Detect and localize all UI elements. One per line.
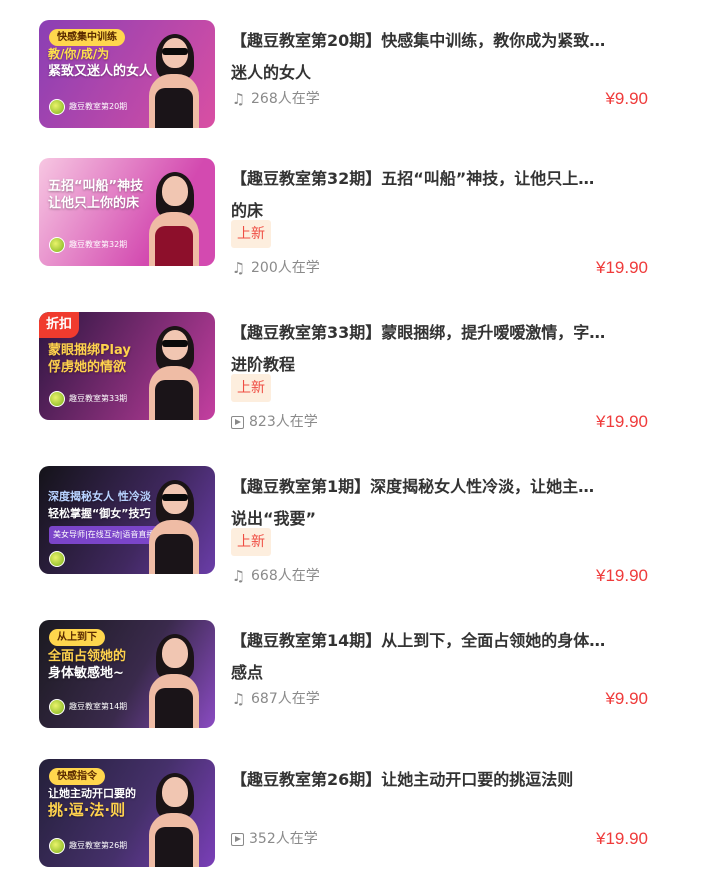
thumbnail-headline: 蒙眼捆绑Play 俘虏她的情欲 (48, 343, 131, 375)
course-thumbnail[interactable]: 蒙眼捆绑Play 俘虏她的情欲 趣豆教室第33期 折扣 (39, 312, 215, 420)
course-meta: ♫ 687人在学 (231, 689, 320, 709)
model-figure (145, 170, 203, 266)
new-badge: 上新 (231, 220, 271, 248)
course-thumbnail[interactable]: 快感集中训练 教/你/成/为 紧致又迷人的女人 趣豆教室第20期 (39, 20, 215, 128)
brand-logo-icon (49, 391, 65, 407)
learner-count: 352人在学 (249, 831, 318, 847)
thumbnail-headline: 五招“叫船”神技 让他只上你的床 (48, 179, 144, 211)
course-item[interactable]: 快感集中训练 教/你/成/为 紧致又迷人的女人 趣豆教室第20期 【趣豆教室第2… (0, 20, 715, 150)
course-thumbnail[interactable]: 快感指令 让她主动开口要的 挑·逗·法·则 趣豆教室第26期 (39, 759, 215, 867)
course-price: ¥19.90 (596, 566, 648, 585)
course-item[interactable]: 从上到下 全面占领她的 身体敏感地~ 趣豆教室第14期 【趣豆教室第14期】从上… (0, 620, 715, 750)
music-note-icon: ♫ (231, 689, 246, 708)
learner-count: 823人在学 (249, 414, 318, 430)
course-title[interactable]: 【趣豆教室第32期】五招“叫船”神技，让他只上… 的床 (231, 163, 655, 227)
course-thumbnail[interactable]: 深度揭秘女人 性冷淡 轻松掌握“御女”技巧 美女导师|在线互动|语音直播 (39, 466, 215, 574)
course-list: 快感集中训练 教/你/成/为 紧致又迷人的女人 趣豆教室第20期 【趣豆教室第2… (0, 0, 715, 882)
thumbnail-pill: 快感指令 (49, 768, 105, 785)
course-item[interactable]: 快感指令 让她主动开口要的 挑·逗·法·则 趣豆教室第26期 【趣豆教室第26期… (0, 759, 715, 889)
video-play-icon (231, 415, 244, 429)
thumbnail-brand: 趣豆教室第14期 (49, 698, 127, 716)
course-thumbnail[interactable]: 五招“叫船”神技 让他只上你的床 趣豆教室第32期 (39, 158, 215, 266)
discount-tag: 折扣 (39, 312, 80, 338)
course-meta: 352人在学 (231, 829, 318, 849)
thumbnail-brand: 趣豆教室第20期 (49, 98, 127, 116)
music-note-icon: ♫ (231, 566, 246, 585)
course-title[interactable]: 【趣豆教室第1期】深度揭秘女人性冷淡，让她主… 说出“我要” (231, 471, 655, 535)
model-figure (145, 324, 203, 420)
thumbnail-pill: 从上到下 (49, 629, 105, 646)
new-badge: 上新 (231, 374, 271, 402)
thumbnail-brand: 趣豆教室第33期 (49, 390, 127, 408)
course-price: ¥9.90 (605, 89, 648, 108)
thumbnail-headline: 教/你/成/为 紧致又迷人的女人 (48, 47, 153, 79)
course-title[interactable]: 【趣豆教室第20期】快感集中训练，教你成为紧致… 迷人的女人 (231, 25, 655, 89)
thumbnail-headline: 全面占领她的 身体敏感地~ (48, 649, 127, 681)
brand-logo-icon (49, 237, 65, 253)
model-figure (145, 478, 203, 574)
course-title[interactable]: 【趣豆教室第33期】蒙眼捆绑，提升嗳嗳激情，字… 进阶教程 (231, 317, 655, 381)
course-price: ¥19.90 (596, 412, 648, 431)
brand-logo-icon (49, 551, 65, 567)
course-meta: ♫ 268人在学 (231, 89, 320, 109)
music-note-icon: ♫ (231, 89, 246, 108)
thumbnail-brand-logo (49, 550, 65, 568)
model-figure (145, 32, 203, 128)
learner-count: 687人在学 (251, 691, 320, 707)
learner-count: 668人在学 (251, 568, 320, 584)
course-price: ¥9.90 (605, 689, 648, 708)
course-title[interactable]: 【趣豆教室第14期】从上到下，全面占领她的身体… 感点 (231, 625, 655, 689)
model-figure (145, 771, 203, 867)
thumbnail-brand: 趣豆教室第32期 (49, 236, 127, 254)
learner-count: 268人在学 (251, 91, 320, 107)
thumbnail-brand: 美女导师|在线互动|语音直播 (49, 526, 159, 544)
brand-logo-icon (49, 838, 65, 854)
course-meta: ♫ 200人在学 (231, 258, 320, 278)
new-badge: 上新 (231, 528, 271, 556)
thumbnail-pill: 快感集中训练 (49, 29, 125, 46)
course-item[interactable]: 深度揭秘女人 性冷淡 轻松掌握“御女”技巧 美女导师|在线互动|语音直播 【趣豆… (0, 466, 715, 596)
brand-logo-icon (49, 699, 65, 715)
thumbnail-brand: 趣豆教室第26期 (49, 837, 127, 855)
course-item[interactable]: 五招“叫船”神技 让他只上你的床 趣豆教室第32期 【趣豆教室第32期】五招“叫… (0, 158, 715, 288)
course-price: ¥19.90 (596, 829, 648, 848)
brand-logo-icon (49, 99, 65, 115)
course-meta: 823人在学 (231, 412, 318, 432)
course-meta: ♫ 668人在学 (231, 566, 320, 586)
video-play-icon (231, 832, 244, 846)
course-item[interactable]: 蒙眼捆绑Play 俘虏她的情欲 趣豆教室第33期 折扣 【趣豆教室第33期】蒙眼… (0, 312, 715, 442)
course-thumbnail[interactable]: 从上到下 全面占领她的 身体敏感地~ 趣豆教室第14期 (39, 620, 215, 728)
model-figure (145, 632, 203, 728)
music-note-icon: ♫ (231, 258, 246, 277)
course-title[interactable]: 【趣豆教室第26期】让她主动开口要的挑逗法则 (231, 764, 655, 796)
course-price: ¥19.90 (596, 258, 648, 277)
learner-count: 200人在学 (251, 260, 320, 276)
